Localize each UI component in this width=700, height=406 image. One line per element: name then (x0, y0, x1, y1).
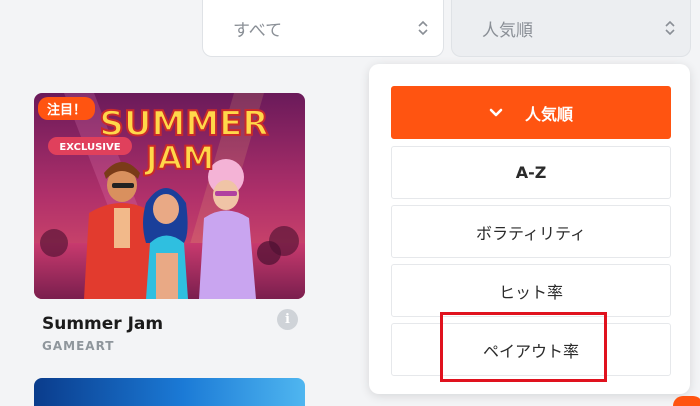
partial-orange-button[interactable] (673, 396, 700, 406)
art-title-line2: JAM (144, 139, 215, 177)
game-thumbnail-summer-jam[interactable]: SUMMER JAM EXCLUSIVE (34, 93, 305, 299)
chevron-down-icon (489, 108, 503, 116)
info-icon-glyph: i (285, 312, 290, 327)
sort-option-volatility[interactable]: ボラティリティ (391, 205, 671, 258)
art-tag: EXCLUSIVE (59, 142, 120, 153)
sort-select[interactable]: 人気順 (451, 0, 691, 57)
sort-option-label: A-Z (515, 163, 547, 182)
sort-option-label: ヒット率 (498, 282, 563, 302)
game-thumbnail-next[interactable] (34, 378, 305, 406)
sort-select-value: 人気順 (482, 20, 533, 41)
game-provider: GAMEART (42, 339, 115, 353)
sort-option-label: 人気順 (524, 104, 573, 124)
category-select-value: すべて (233, 20, 283, 41)
category-select[interactable]: すべて (202, 0, 444, 57)
updown-chevron-icon (418, 20, 428, 36)
annotation-highlight-box (440, 312, 607, 382)
game-title[interactable]: Summer Jam (42, 314, 163, 334)
sort-option-popular[interactable]: 人気順 (391, 86, 671, 139)
sort-option-a-z[interactable]: A-Z (391, 146, 671, 199)
info-icon[interactable]: i (277, 309, 298, 330)
updown-chevron-icon (665, 20, 675, 36)
sort-option-label: ボラティリティ (475, 223, 587, 243)
sort-option-hit-rate[interactable]: ヒット率 (391, 264, 671, 317)
game-artwork: SUMMER JAM EXCLUSIVE (34, 93, 305, 299)
featured-badge: 注目！ (38, 97, 96, 120)
